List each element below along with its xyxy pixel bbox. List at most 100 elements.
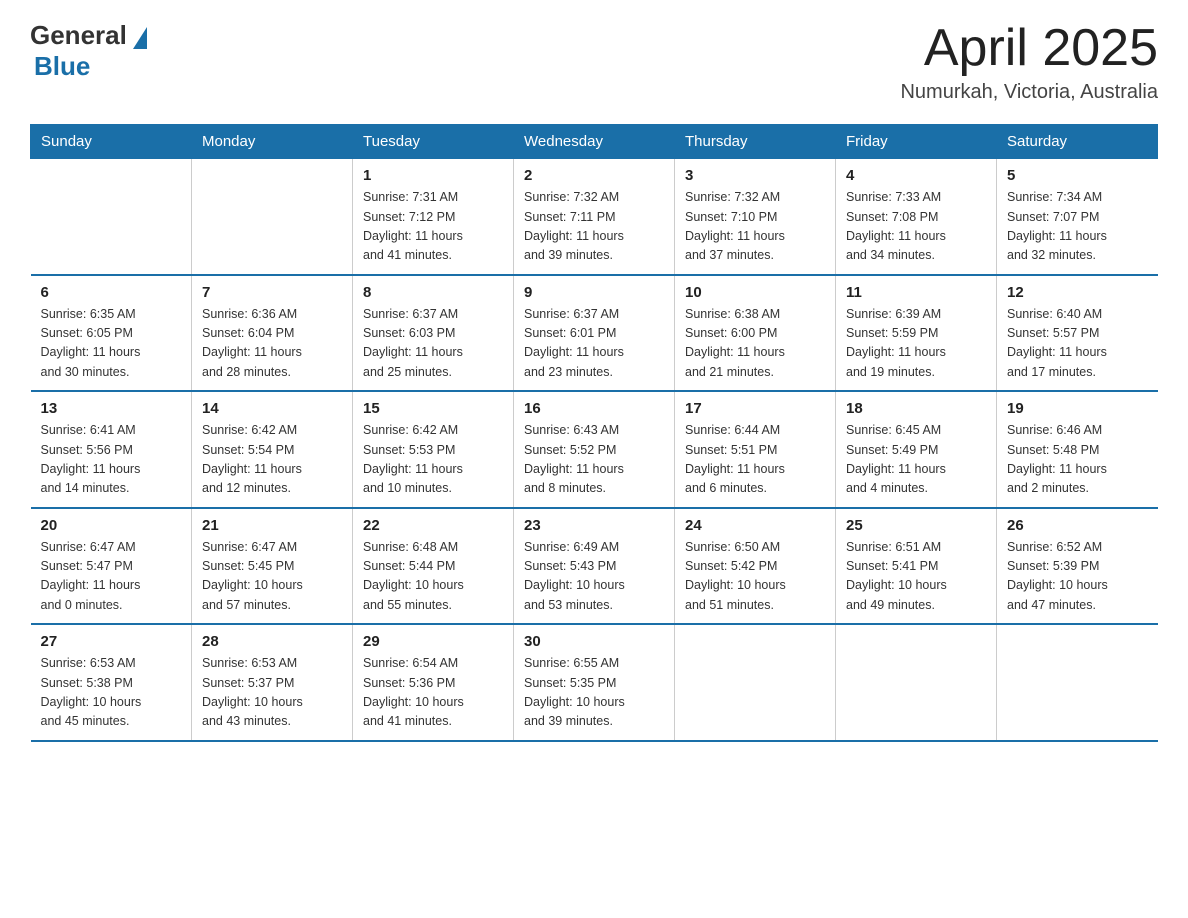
day-info: Sunrise: 6:55 AM Sunset: 5:35 PM Dayligh… — [524, 654, 664, 732]
calendar-cell: 4 Sunrise: 7:33 AM Sunset: 7:08 PM Daylig… — [836, 159, 997, 275]
weekday-header-tuesday: Tuesday — [353, 125, 514, 159]
day-number: 16 — [524, 400, 664, 417]
weekday-header-saturday: Saturday — [997, 125, 1158, 159]
calendar-cell: 10 Sunrise: 6:38 AM Sunset: 6:00 PM Dayli… — [675, 275, 836, 392]
day-number: 12 — [1007, 284, 1148, 301]
day-number: 21 — [202, 517, 342, 534]
day-info: Sunrise: 6:43 AM Sunset: 5:52 PM Dayligh… — [524, 421, 664, 499]
day-info: Sunrise: 7:34 AM Sunset: 7:07 PM Dayligh… — [1007, 188, 1148, 266]
weekday-header-row: SundayMondayTuesdayWednesdayThursdayFrid… — [31, 125, 1158, 159]
day-number: 26 — [1007, 517, 1148, 534]
day-number: 22 — [363, 517, 503, 534]
day-info: Sunrise: 6:41 AM Sunset: 5:56 PM Dayligh… — [41, 421, 182, 499]
logo-general-text: General — [30, 20, 127, 51]
calendar-cell — [997, 624, 1158, 741]
calendar-cell — [675, 624, 836, 741]
day-number: 1 — [363, 167, 503, 184]
day-info: Sunrise: 6:53 AM Sunset: 5:37 PM Dayligh… — [202, 654, 342, 732]
calendar-cell: 13 Sunrise: 6:41 AM Sunset: 5:56 PM Dayli… — [31, 391, 192, 508]
logo-triangle-icon — [133, 27, 147, 49]
calendar-cell — [836, 624, 997, 741]
calendar-cell: 30 Sunrise: 6:55 AM Sunset: 5:35 PM Dayli… — [514, 624, 675, 741]
day-info: Sunrise: 6:40 AM Sunset: 5:57 PM Dayligh… — [1007, 305, 1148, 383]
calendar-week-row: 1 Sunrise: 7:31 AM Sunset: 7:12 PM Daylig… — [31, 159, 1158, 275]
calendar-cell: 1 Sunrise: 7:31 AM Sunset: 7:12 PM Daylig… — [353, 159, 514, 275]
day-info: Sunrise: 6:47 AM Sunset: 5:45 PM Dayligh… — [202, 538, 342, 616]
calendar-body: 1 Sunrise: 7:31 AM Sunset: 7:12 PM Daylig… — [31, 159, 1158, 741]
day-number: 9 — [524, 284, 664, 301]
calendar-cell: 2 Sunrise: 7:32 AM Sunset: 7:11 PM Daylig… — [514, 159, 675, 275]
logo-blue-text: Blue — [34, 51, 90, 82]
day-info: Sunrise: 6:42 AM Sunset: 5:54 PM Dayligh… — [202, 421, 342, 499]
day-number: 20 — [41, 517, 182, 534]
day-number: 4 — [846, 167, 986, 184]
calendar-cell: 14Sunrise: 6:42 AM Sunset: 5:54 PM Dayli… — [192, 391, 353, 508]
title-section: April 2025 Numurkah, Victoria, Australia — [900, 20, 1158, 104]
day-info: Sunrise: 6:47 AM Sunset: 5:47 PM Dayligh… — [41, 538, 182, 616]
day-number: 11 — [846, 284, 986, 301]
day-info: Sunrise: 6:49 AM Sunset: 5:43 PM Dayligh… — [524, 538, 664, 616]
calendar-week-row: 13 Sunrise: 6:41 AM Sunset: 5:56 PM Dayli… — [31, 391, 1158, 508]
weekday-header-thursday: Thursday — [675, 125, 836, 159]
calendar-cell: 25 Sunrise: 6:51 AM Sunset: 5:41 PM Dayli… — [836, 508, 997, 625]
day-info: Sunrise: 6:53 AM Sunset: 5:38 PM Dayligh… — [41, 654, 182, 732]
day-info: Sunrise: 7:31 AM Sunset: 7:12 PM Dayligh… — [363, 188, 503, 266]
logo: General Blue — [30, 20, 147, 82]
day-info: Sunrise: 6:42 AM Sunset: 5:53 PM Dayligh… — [363, 421, 503, 499]
calendar-week-row: 6Sunrise: 6:35 AM Sunset: 6:05 PM Daylig… — [31, 275, 1158, 392]
calendar-cell: 5 Sunrise: 7:34 AM Sunset: 7:07 PM Daylig… — [997, 159, 1158, 275]
calendar-cell: 20 Sunrise: 6:47 AM Sunset: 5:47 PM Dayli… — [31, 508, 192, 625]
calendar-cell — [31, 159, 192, 275]
day-number: 5 — [1007, 167, 1148, 184]
calendar-cell: 19Sunrise: 6:46 AM Sunset: 5:48 PM Dayli… — [997, 391, 1158, 508]
day-info: Sunrise: 6:48 AM Sunset: 5:44 PM Dayligh… — [363, 538, 503, 616]
calendar-cell: 26 Sunrise: 6:52 AM Sunset: 5:39 PM Dayli… — [997, 508, 1158, 625]
calendar-cell: 24Sunrise: 6:50 AM Sunset: 5:42 PM Dayli… — [675, 508, 836, 625]
day-number: 23 — [524, 517, 664, 534]
page-header: General Blue April 2025 Numurkah, Victor… — [30, 20, 1158, 104]
day-info: Sunrise: 6:45 AM Sunset: 5:49 PM Dayligh… — [846, 421, 986, 499]
day-info: Sunrise: 7:32 AM Sunset: 7:11 PM Dayligh… — [524, 188, 664, 266]
calendar-cell: 29 Sunrise: 6:54 AM Sunset: 5:36 PM Dayli… — [353, 624, 514, 741]
day-info: Sunrise: 6:38 AM Sunset: 6:00 PM Dayligh… — [685, 305, 825, 383]
day-number: 29 — [363, 633, 503, 650]
day-info: Sunrise: 6:50 AM Sunset: 5:42 PM Dayligh… — [685, 538, 825, 616]
calendar-cell: 27Sunrise: 6:53 AM Sunset: 5:38 PM Dayli… — [31, 624, 192, 741]
calendar-table: SundayMondayTuesdayWednesdayThursdayFrid… — [30, 124, 1158, 742]
weekday-header-friday: Friday — [836, 125, 997, 159]
calendar-week-row: 20 Sunrise: 6:47 AM Sunset: 5:47 PM Dayli… — [31, 508, 1158, 625]
day-number: 30 — [524, 633, 664, 650]
calendar-cell: 7Sunrise: 6:36 AM Sunset: 6:04 PM Daylig… — [192, 275, 353, 392]
day-info: Sunrise: 6:44 AM Sunset: 5:51 PM Dayligh… — [685, 421, 825, 499]
calendar-cell: 11 Sunrise: 6:39 AM Sunset: 5:59 PM Dayli… — [836, 275, 997, 392]
weekday-header-monday: Monday — [192, 125, 353, 159]
day-number: 25 — [846, 517, 986, 534]
day-number: 18 — [846, 400, 986, 417]
calendar-cell: 21 Sunrise: 6:47 AM Sunset: 5:45 PM Dayli… — [192, 508, 353, 625]
calendar-cell: 15 Sunrise: 6:42 AM Sunset: 5:53 PM Dayli… — [353, 391, 514, 508]
day-info: Sunrise: 6:46 AM Sunset: 5:48 PM Dayligh… — [1007, 421, 1148, 499]
calendar-cell: 22 Sunrise: 6:48 AM Sunset: 5:44 PM Dayli… — [353, 508, 514, 625]
day-info: Sunrise: 6:52 AM Sunset: 5:39 PM Dayligh… — [1007, 538, 1148, 616]
day-number: 13 — [41, 400, 182, 417]
day-info: Sunrise: 6:54 AM Sunset: 5:36 PM Dayligh… — [363, 654, 503, 732]
day-number: 10 — [685, 284, 825, 301]
calendar-week-row: 27Sunrise: 6:53 AM Sunset: 5:38 PM Dayli… — [31, 624, 1158, 741]
day-info: Sunrise: 6:36 AM Sunset: 6:04 PM Dayligh… — [202, 305, 342, 383]
calendar-cell: 23 Sunrise: 6:49 AM Sunset: 5:43 PM Dayli… — [514, 508, 675, 625]
weekday-header-sunday: Sunday — [31, 125, 192, 159]
day-info: Sunrise: 6:51 AM Sunset: 5:41 PM Dayligh… — [846, 538, 986, 616]
day-number: 15 — [363, 400, 503, 417]
calendar-subtitle: Numurkah, Victoria, Australia — [900, 81, 1158, 104]
calendar-cell: 18 Sunrise: 6:45 AM Sunset: 5:49 PM Dayli… — [836, 391, 997, 508]
calendar-cell: 3Sunrise: 7:32 AM Sunset: 7:10 PM Daylig… — [675, 159, 836, 275]
day-info: Sunrise: 6:35 AM Sunset: 6:05 PM Dayligh… — [41, 305, 182, 383]
day-number: 2 — [524, 167, 664, 184]
calendar-cell: 16 Sunrise: 6:43 AM Sunset: 5:52 PM Dayli… — [514, 391, 675, 508]
day-number: 8 — [363, 284, 503, 301]
day-info: Sunrise: 7:33 AM Sunset: 7:08 PM Dayligh… — [846, 188, 986, 266]
calendar-cell: 8Sunrise: 6:37 AM Sunset: 6:03 PM Daylig… — [353, 275, 514, 392]
day-number: 17 — [685, 400, 825, 417]
calendar-cell: 6Sunrise: 6:35 AM Sunset: 6:05 PM Daylig… — [31, 275, 192, 392]
day-info: Sunrise: 6:39 AM Sunset: 5:59 PM Dayligh… — [846, 305, 986, 383]
